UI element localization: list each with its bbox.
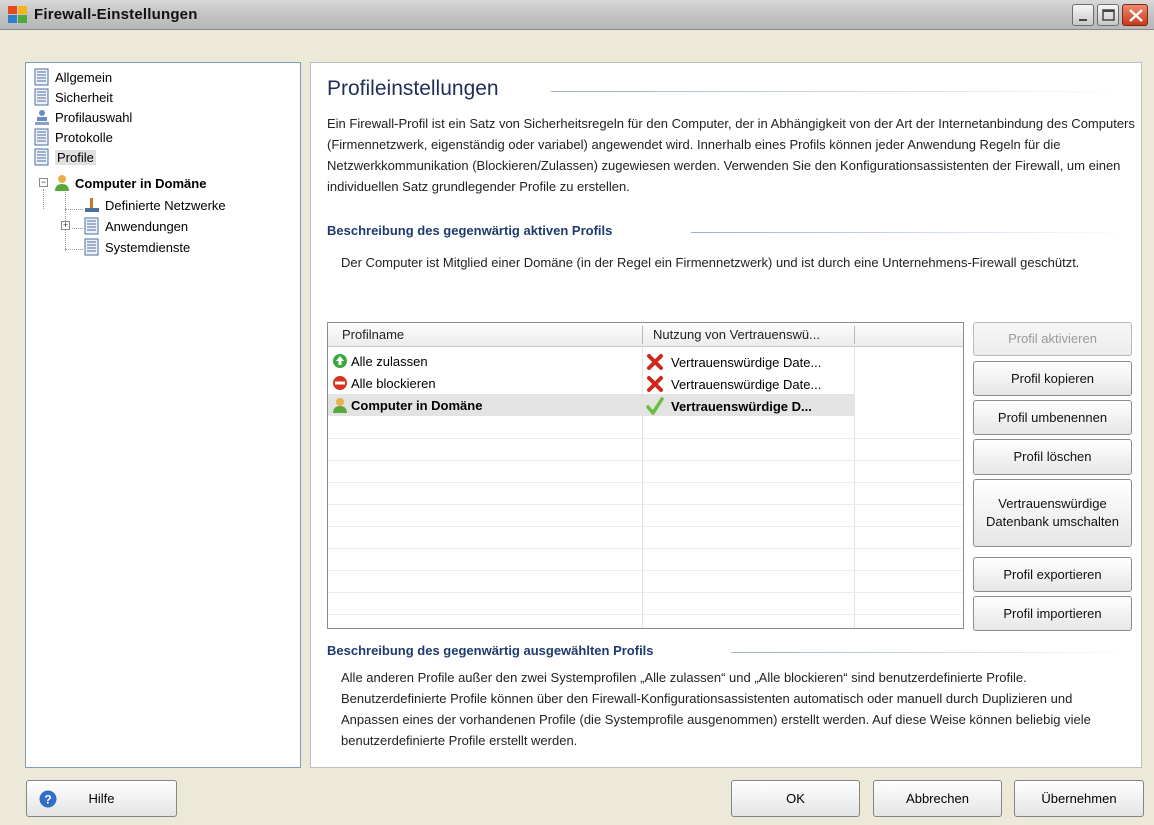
help-icon: ? xyxy=(39,790,57,808)
button-label-line: Vertrauenswürdige xyxy=(998,496,1107,511)
column-separator[interactable] xyxy=(854,326,855,344)
toggle-trusted-db-button[interactable]: Vertrauenswürdige Datenbank umschalten xyxy=(973,479,1132,547)
selected-profile-heading: Beschreibung des gegenwärtig ausgewählte… xyxy=(327,643,654,658)
column-separator[interactable] xyxy=(642,326,643,344)
row-gridline xyxy=(328,592,963,593)
section-divider xyxy=(731,652,1131,653)
row-gridline xyxy=(328,570,963,571)
intro-text: Ein Firewall-Profil ist ein Satz von Sic… xyxy=(327,116,1135,194)
list-item[interactable]: Alle blockieren Vertrauenswürdige Date..… xyxy=(328,372,963,394)
tree-item-definierte-netzwerke[interactable]: Definierte Netzwerke xyxy=(84,195,226,215)
tree-item-protokolle[interactable]: Protokolle xyxy=(34,127,113,147)
help-button[interactable]: ? Hilfe xyxy=(26,780,177,817)
list-item-selected[interactable]: Computer in Domäne Vertrauenswürdige D..… xyxy=(328,394,855,416)
minimize-icon xyxy=(1079,19,1087,21)
settings-page-icon xyxy=(84,238,99,256)
tree-connector xyxy=(65,209,83,210)
settings-tree[interactable]: Allgemein Sicherheit Profilauswahl Proto… xyxy=(25,62,301,768)
trusted-db-value: Vertrauenswürdige Date... xyxy=(671,376,822,392)
tree-item-allgemein[interactable]: Allgemein xyxy=(34,67,112,87)
close-icon xyxy=(1129,9,1143,22)
row-gridline xyxy=(328,482,963,483)
content-panel: Profileinstellungen Ein Firewall-Profil … xyxy=(310,62,1142,768)
column-header-trusted-db[interactable]: Nutzung von Vertrauenswü... xyxy=(653,327,820,342)
help-label: Hilfe xyxy=(88,791,115,806)
tree-item-profilauswahl[interactable]: Profilauswahl xyxy=(34,107,132,127)
title-divider xyxy=(551,91,1131,92)
profile-name: Alle blockieren xyxy=(351,375,436,391)
avg-logo-icon xyxy=(8,6,27,23)
row-gridline xyxy=(328,438,963,439)
allow-icon xyxy=(333,354,347,368)
section-divider xyxy=(691,232,1131,233)
import-profile-button[interactable]: Profil importieren xyxy=(973,596,1132,631)
copy-profile-button[interactable]: Profil kopieren xyxy=(973,361,1132,396)
network-profile-icon xyxy=(35,110,49,125)
settings-page-icon xyxy=(34,148,49,166)
network-icon xyxy=(85,198,99,212)
settings-page-icon xyxy=(34,88,49,106)
settings-page-icon xyxy=(84,217,99,235)
row-gridline xyxy=(328,614,963,615)
list-item[interactable]: Alle zulassen Vertrauenswürdige Date... xyxy=(328,350,963,372)
active-profile-heading: Beschreibung des gegenwärtig aktiven Pro… xyxy=(327,223,613,238)
profile-name-cell: Alle blockieren xyxy=(332,375,436,391)
tree-item-computer-in-domaene[interactable]: Computer in Domäne xyxy=(54,173,206,193)
row-gridline xyxy=(328,526,963,527)
close-button[interactable] xyxy=(1122,4,1148,26)
svg-text:?: ? xyxy=(44,793,51,807)
user-icon xyxy=(333,398,347,413)
column-header-profilname[interactable]: Profilname xyxy=(342,327,404,342)
profile-list[interactable]: Profilname Nutzung von Vertrauenswü... A… xyxy=(327,322,964,629)
ok-button[interactable]: OK xyxy=(731,780,860,817)
maximize-button[interactable] xyxy=(1097,4,1119,26)
profile-name: Computer in Domäne xyxy=(351,397,483,413)
user-profile-icon xyxy=(55,175,69,191)
delete-profile-button[interactable]: Profil löschen xyxy=(973,439,1132,475)
red-x-icon xyxy=(647,354,663,370)
green-check-icon xyxy=(646,397,664,415)
minimize-button[interactable] xyxy=(1072,4,1094,26)
tree-item-sicherheit[interactable]: Sicherheit xyxy=(34,87,113,107)
tree-item-profile[interactable]: Profile xyxy=(34,147,96,167)
trusted-db-value: Vertrauenswürdige Date... xyxy=(671,354,822,370)
export-profile-button[interactable]: Profil exportieren xyxy=(973,557,1132,592)
page-title: Profileinstellungen xyxy=(327,77,499,100)
window-title: Firewall-Einstellungen xyxy=(34,6,198,23)
list-header: Profilname Nutzung von Vertrauenswü... xyxy=(328,323,963,347)
activate-profile-button[interactable]: Profil aktivieren xyxy=(973,322,1132,356)
active-profile-text: Der Computer ist Mitglied einer Domäne (… xyxy=(341,255,1080,270)
button-label-line: Datenbank umschalten xyxy=(986,514,1119,529)
profile-name-cell: Computer in Domäne xyxy=(332,397,482,413)
trusted-db-cell: Vertrauenswürdige Date... xyxy=(646,375,821,393)
profile-name: Alle zulassen xyxy=(351,353,428,369)
settings-page-icon xyxy=(34,128,49,146)
row-gridline xyxy=(328,548,963,549)
row-gridline xyxy=(328,504,963,505)
block-icon xyxy=(333,376,347,390)
apply-button[interactable]: Übernehmen xyxy=(1014,780,1144,817)
tree-connector xyxy=(43,189,44,209)
collapse-toggle[interactable]: − xyxy=(39,178,48,187)
rename-profile-button[interactable]: Profil umbenennen xyxy=(973,400,1132,435)
tree-connector xyxy=(72,228,83,229)
cancel-button[interactable]: Abbrechen xyxy=(873,780,1002,817)
maximize-icon xyxy=(1102,9,1115,21)
red-x-icon xyxy=(647,376,663,392)
expand-toggle[interactable]: + xyxy=(61,221,70,230)
row-gridline xyxy=(328,460,963,461)
settings-page-icon xyxy=(34,68,49,86)
tree-item-systemdienste[interactable]: Systemdienste xyxy=(84,237,190,257)
trusted-db-cell: Vertrauenswürdige Date... xyxy=(646,353,821,371)
profile-name-cell: Alle zulassen xyxy=(332,353,428,369)
selected-profile-text: Alle anderen Profile außer den zwei Syst… xyxy=(341,670,1091,748)
tree-item-anwendungen[interactable]: Anwendungen xyxy=(84,216,188,236)
tree-connector xyxy=(65,249,83,250)
trusted-db-cell: Vertrauenswürdige D... xyxy=(646,397,812,415)
title-bar: Firewall-Einstellungen xyxy=(0,0,1154,30)
trusted-db-value: Vertrauenswürdige D... xyxy=(671,398,812,414)
